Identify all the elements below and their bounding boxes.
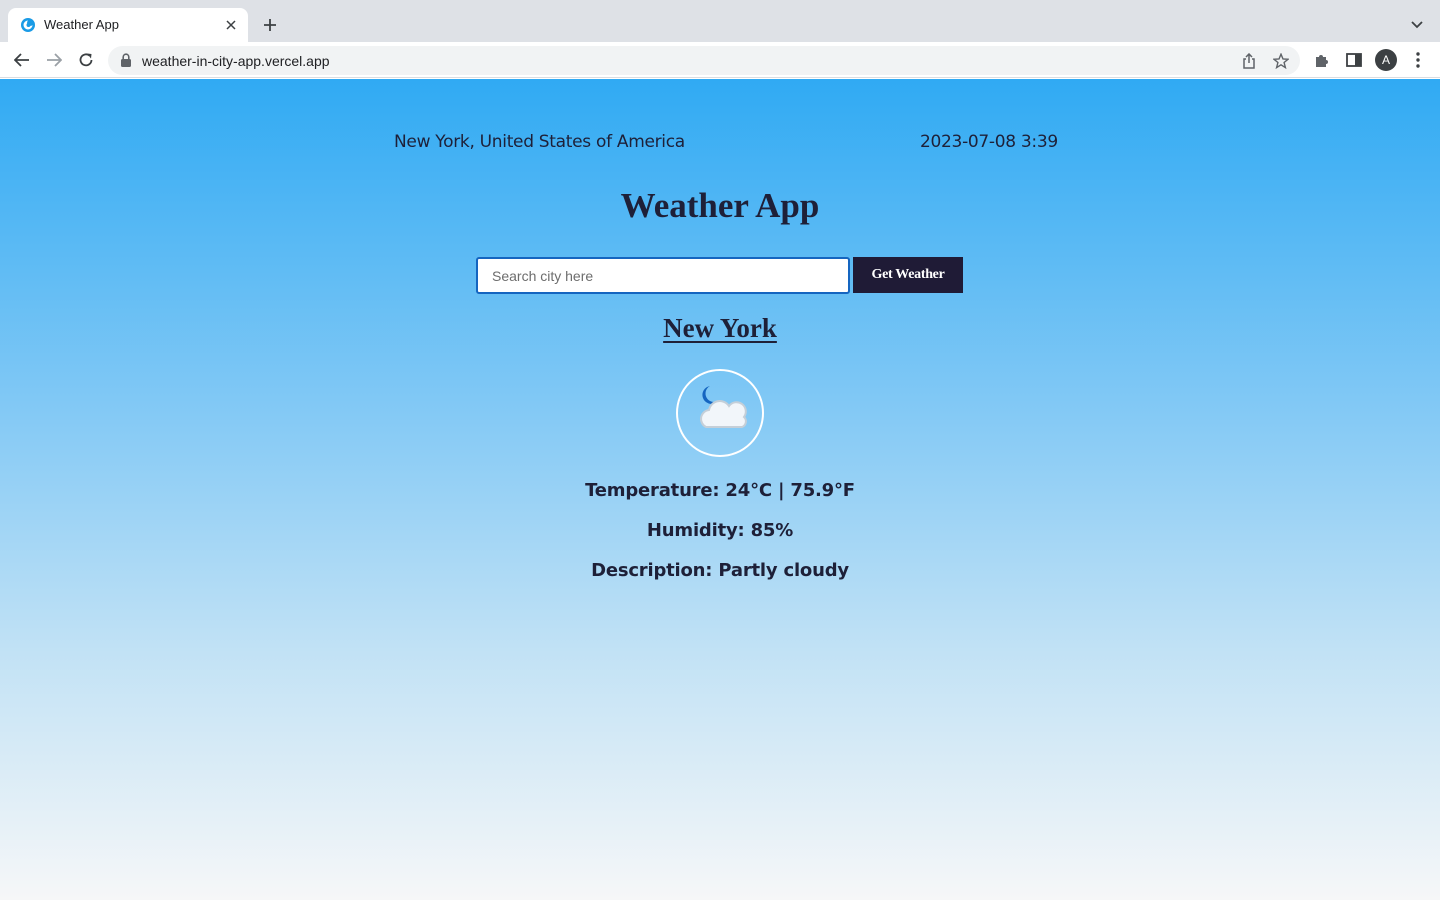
location-text: New York, United States of America — [394, 132, 685, 152]
city-name: New York — [663, 313, 777, 343]
share-icon[interactable] — [1239, 51, 1259, 71]
more-vert-icon[interactable] — [1406, 48, 1430, 72]
reload-icon[interactable] — [74, 48, 98, 72]
browser-tabstrip: Weather App — [0, 0, 1440, 42]
back-arrow-icon[interactable] — [10, 48, 34, 72]
city-heading: New York — [0, 313, 1440, 344]
lock-icon[interactable] — [120, 53, 132, 67]
page-content: New York, United States of America 2023-… — [0, 79, 1440, 900]
temperature-text: Temperature: 24°C | 75.9°F — [585, 480, 855, 501]
side-panel-icon[interactable] — [1342, 48, 1366, 72]
address-bar[interactable]: weather-in-city-app.vercel.app — [108, 46, 1300, 75]
search-input[interactable] — [476, 257, 850, 294]
chevron-down-icon[interactable] — [1406, 14, 1428, 36]
url-text[interactable]: weather-in-city-app.vercel.app — [142, 53, 330, 69]
page-title: Weather App — [620, 186, 820, 225]
avatar[interactable]: A — [1375, 49, 1397, 71]
description-text: Description: Partly cloudy — [591, 560, 849, 581]
close-icon[interactable] — [222, 16, 240, 34]
plus-icon[interactable] — [259, 14, 281, 36]
humidity-text: Humidity: 85% — [646, 520, 794, 541]
star-icon[interactable] — [1271, 51, 1291, 71]
moon-cloud-icon — [676, 369, 764, 457]
forward-arrow-icon[interactable] — [42, 48, 66, 72]
browser-tab[interactable]: Weather App — [8, 8, 248, 42]
browser-toolbar: weather-in-city-app.vercel.app A — [0, 42, 1440, 78]
tab-title: Weather App — [44, 17, 119, 32]
datetime-text: 2023-07-08 3:39 — [920, 132, 1058, 152]
puzzle-icon[interactable] — [1310, 48, 1334, 72]
weather-favicon — [21, 18, 35, 32]
get-weather-button[interactable]: Get Weather — [853, 257, 963, 293]
